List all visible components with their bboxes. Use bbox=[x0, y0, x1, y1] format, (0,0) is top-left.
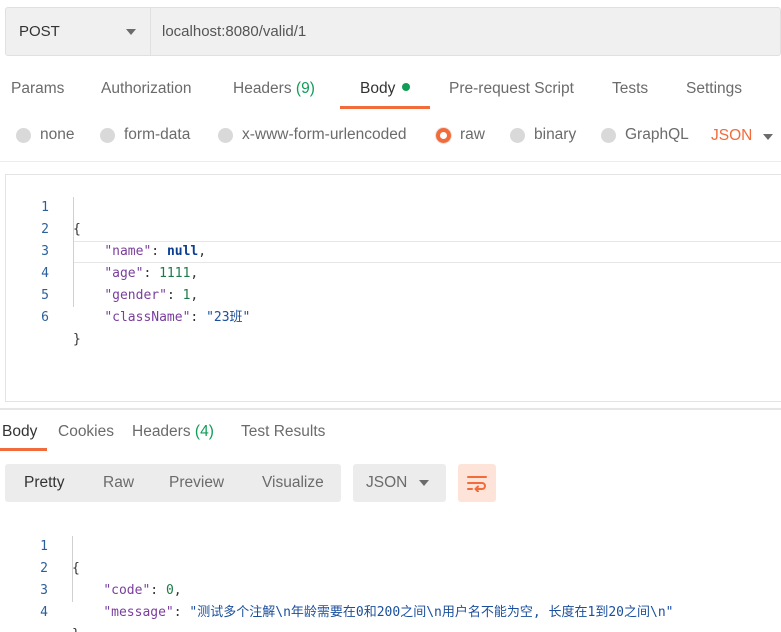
body-type-selector: none form-data x-www-form-urlencoded raw… bbox=[0, 122, 781, 150]
radio-selected-icon bbox=[436, 127, 451, 143]
status-dot-icon bbox=[402, 83, 411, 91]
wrap-lines-button[interactable] bbox=[458, 464, 496, 502]
chevron-down-icon bbox=[126, 28, 136, 35]
json-key: "className" bbox=[104, 310, 191, 325]
tab-settings[interactable]: Settings bbox=[686, 80, 742, 98]
url-input[interactable]: localhost:8080/valid/1 bbox=[151, 8, 780, 55]
json-value: "测试多个注解\n年龄需要在0和200之间\n用户名不能为空, 长度在1到20之… bbox=[189, 605, 674, 620]
request-tabs: Params Authorization Headers (9) Body Pr… bbox=[0, 72, 781, 112]
tab-params[interactable]: Params bbox=[11, 80, 64, 98]
code-line: 3 "age": 1111, bbox=[6, 219, 781, 281]
view-mode-group: Pretty Raw Preview Visualize bbox=[5, 464, 341, 502]
json-value: "23班" bbox=[206, 310, 251, 325]
code-line: 1 { bbox=[6, 175, 781, 237]
response-divider[interactable] bbox=[0, 408, 781, 410]
response-tab-cookies[interactable]: Cookies bbox=[58, 423, 114, 441]
code-line: 2 "code": 0, bbox=[5, 536, 781, 598]
response-tab-headers-label: Headers bbox=[132, 423, 191, 440]
response-format-select[interactable]: JSON bbox=[353, 464, 446, 502]
radio-urlencoded-label: x-www-form-urlencoded bbox=[242, 126, 407, 143]
code-line: 1 { bbox=[5, 514, 781, 576]
chevron-down-icon[interactable] bbox=[763, 134, 773, 140]
response-tab-body[interactable]: Body bbox=[2, 423, 37, 441]
raw-button[interactable]: Raw bbox=[103, 464, 134, 502]
radio-circle-icon bbox=[218, 127, 233, 143]
radio-circle-icon bbox=[100, 127, 115, 143]
radio-raw-label: raw bbox=[460, 126, 485, 143]
code-text: "message": "测试多个注解\n年龄需要在0和200之间\n用户名不能为… bbox=[103, 605, 674, 620]
response-body-viewer[interactable]: 1 { 2 "code": 0, 3 "message": "测试多个注解\n年… bbox=[5, 514, 781, 632]
radio-circle-icon bbox=[16, 127, 31, 143]
radio-graphql-label: GraphQL bbox=[625, 126, 689, 143]
divider bbox=[0, 161, 781, 162]
close-brace: } bbox=[73, 332, 81, 347]
response-tab-test-results[interactable]: Test Results bbox=[241, 423, 325, 441]
url-text: localhost:8080/valid/1 bbox=[162, 23, 307, 40]
radio-none-label: none bbox=[40, 126, 75, 143]
code-line: 4 } bbox=[5, 580, 781, 632]
code-line: 3 "message": "测试多个注解\n年龄需要在0和200之间\n用户名不… bbox=[5, 558, 781, 620]
code-text: } bbox=[72, 624, 80, 632]
tab-pre-request-script[interactable]: Pre-request Script bbox=[449, 80, 574, 98]
url-bar: POST localhost:8080/valid/1 bbox=[5, 7, 781, 56]
radio-raw[interactable]: raw bbox=[436, 126, 485, 144]
tab-body-label: Body bbox=[360, 80, 396, 97]
preview-button[interactable]: Preview bbox=[169, 464, 224, 502]
tab-tests[interactable]: Tests bbox=[612, 80, 648, 98]
language-select[interactable]: JSON bbox=[711, 127, 752, 145]
json-key: "message" bbox=[103, 605, 174, 620]
tab-headers-label: Headers bbox=[233, 80, 292, 97]
radio-urlencoded[interactable]: x-www-form-urlencoded bbox=[218, 126, 407, 144]
headers-count: (9) bbox=[295, 80, 315, 97]
method-select[interactable]: POST bbox=[6, 8, 151, 55]
code-line: 2 "name": null, bbox=[6, 197, 781, 259]
radio-form-data-label: form-data bbox=[124, 126, 191, 143]
code-text: "className": "23班" bbox=[104, 310, 251, 325]
line-number: 4 bbox=[40, 605, 48, 620]
line-number: 6 bbox=[41, 310, 49, 325]
request-body-editor[interactable]: 1 { 2 "name": null, 3 "age": 1111, 4 "ge… bbox=[5, 174, 781, 402]
radio-circle-icon bbox=[510, 127, 525, 143]
response-headers-count: (4) bbox=[194, 423, 214, 440]
response-format-label: JSON bbox=[366, 474, 408, 491]
close-brace: } bbox=[72, 627, 80, 632]
radio-form-data[interactable]: form-data bbox=[100, 126, 190, 144]
radio-binary-label: binary bbox=[534, 126, 577, 143]
tab-headers[interactable]: Headers (9) bbox=[233, 80, 315, 98]
visualize-button[interactable]: Visualize bbox=[262, 464, 324, 502]
radio-binary[interactable]: binary bbox=[510, 126, 576, 144]
method-label: POST bbox=[19, 23, 60, 40]
code-line: 4 "gender": 1, bbox=[6, 241, 781, 303]
wrap-lines-icon bbox=[467, 476, 487, 492]
active-tab-indicator bbox=[340, 106, 430, 109]
code-line: 5 "className": "23班" bbox=[6, 263, 781, 325]
response-tab-headers[interactable]: Headers (4) bbox=[132, 423, 214, 441]
radio-graphql[interactable]: GraphQL bbox=[601, 126, 689, 144]
tab-authorization[interactable]: Authorization bbox=[101, 80, 191, 98]
response-tabs: Body Cookies Headers (4) Test Results bbox=[0, 418, 781, 452]
radio-none[interactable]: none bbox=[16, 126, 74, 144]
tab-body[interactable]: Body bbox=[360, 80, 411, 98]
chevron-down-icon bbox=[419, 480, 429, 486]
active-tab-indicator bbox=[0, 448, 47, 451]
code-text: } bbox=[73, 329, 81, 351]
code-line: 6 } bbox=[6, 285, 781, 347]
radio-circle-icon bbox=[601, 127, 616, 143]
pretty-button[interactable]: Pretty bbox=[24, 464, 64, 502]
